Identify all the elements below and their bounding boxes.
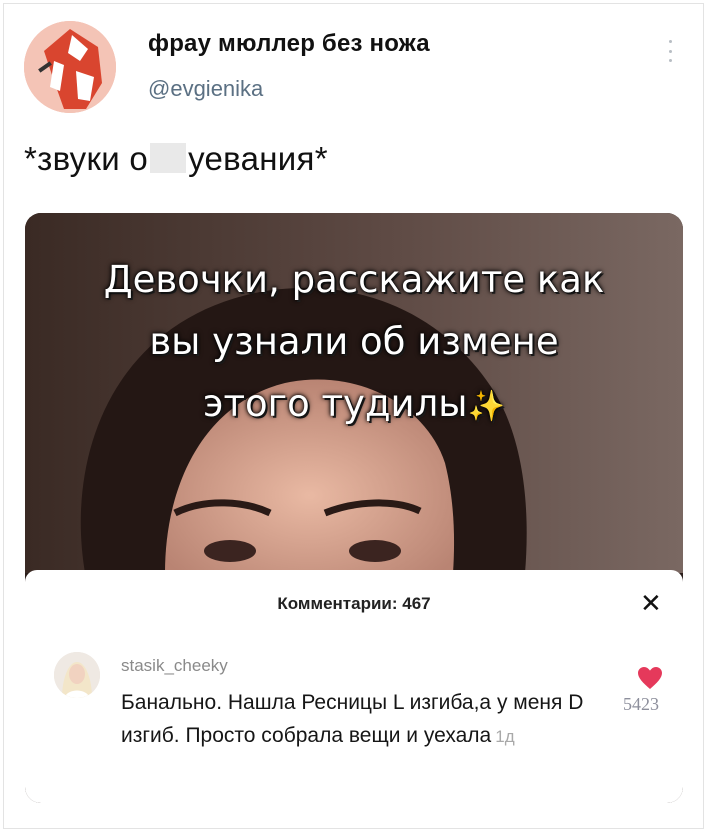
caption-line-2: вы узнали об измене: [149, 320, 559, 363]
caption-line-1: Девочки, расскажите как: [103, 258, 605, 301]
commenter-avatar-image: [54, 652, 100, 698]
media-caption: Девочки, расскажите как вы узнали об изм…: [25, 249, 683, 438]
tweet-text: *звуки о уевания*: [24, 140, 328, 178]
heart-icon[interactable]: [637, 666, 663, 690]
comment-username[interactable]: stasik_cheeky: [121, 656, 228, 676]
tweet-text-before: *звуки о: [24, 140, 149, 177]
comments-sheet: Комментарии: 467 ✕ stasik_cheeky Банальн…: [25, 570, 683, 803]
caption-line-3-text: этого тудилы: [203, 382, 468, 425]
sparkles-icon: ✨: [467, 389, 505, 424]
like-count: 5423: [623, 694, 659, 714]
close-icon[interactable]: ✕: [640, 590, 662, 616]
comments-title: Комментарии: 467: [277, 594, 431, 613]
author-avatar[interactable]: [24, 21, 116, 113]
comment-time: 1д: [495, 727, 515, 746]
author-handle[interactable]: @evgienika: [148, 76, 263, 102]
censor-block: [150, 143, 187, 173]
commenter-avatar[interactable]: [54, 652, 100, 698]
avatar-illustration: [24, 21, 116, 113]
comment-text: Банально. Нашла Ресницы L изгиба,а у мен…: [121, 686, 621, 753]
tweet-text-after: уевания*: [188, 140, 328, 177]
caption-line-3: этого тудилы✨: [25, 373, 683, 438]
tweet-media[interactable]: Девочки, расскажите как вы узнали об изм…: [25, 213, 683, 803]
author-name[interactable]: фрау мюллер без ножа: [148, 30, 430, 58]
more-options-icon[interactable]: [667, 40, 673, 62]
